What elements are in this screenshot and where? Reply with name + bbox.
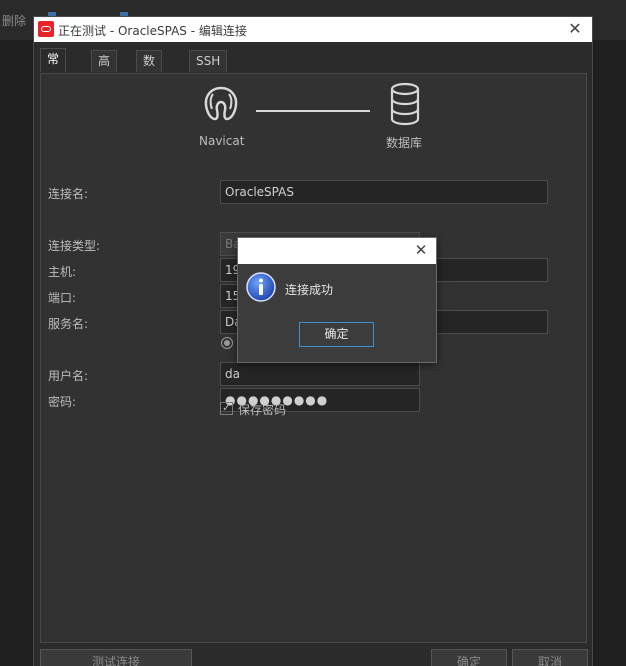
save-password-label: 保存密码 <box>238 403 287 417</box>
background-toolbar-text: 删除 <box>2 14 27 28</box>
database-caption: 数据库 <box>386 136 423 150</box>
tab-advanced[interactable]: 高级 <box>91 50 118 88</box>
test-connection-button[interactable]: 测试连接 <box>40 649 192 666</box>
tab-ssh[interactable]: SSH <box>189 50 228 72</box>
conn-name-input[interactable]: OracleSPAS <box>220 180 548 204</box>
dialog-titlebar: ✕ <box>238 238 436 264</box>
port-label: 端口: <box>48 291 77 305</box>
oracle-app-icon <box>38 21 54 37</box>
info-icon <box>246 272 276 302</box>
close-icon[interactable]: ✕ <box>566 20 584 38</box>
dialog-message: 连接成功 <box>285 283 334 297</box>
tab-database[interactable]: 数据库 <box>136 50 163 108</box>
connection-line <box>256 110 370 112</box>
password-label: 密码: <box>48 395 77 409</box>
service-name-radio[interactable] <box>221 337 233 349</box>
save-password-checkbox[interactable]: ✓ <box>220 402 233 415</box>
navicat-caption: Navicat <box>199 134 245 148</box>
window-title: 正在测试 - OracleSPAS - 编辑连接 <box>58 24 247 38</box>
tab-general[interactable]: 常规 <box>40 48 67 86</box>
connection-success-dialog: ✕ 连接成功 确定 <box>237 237 437 363</box>
close-icon[interactable]: ✕ <box>412 241 430 259</box>
username-label: 用户名: <box>48 369 89 383</box>
cancel-button[interactable]: 取消 <box>512 649 588 666</box>
ok-button[interactable]: 确定 <box>431 649 507 666</box>
connection-graphic: Navicat 数据库 <box>41 74 586 174</box>
conn-name-label: 连接名: <box>48 187 89 201</box>
conn-type-label: 连接类型: <box>48 239 101 253</box>
navicat-icon <box>204 86 238 121</box>
host-label: 主机: <box>48 265 77 279</box>
dialog-ok-button[interactable]: 确定 <box>299 322 374 347</box>
service-name-label: 服务名: <box>48 317 89 331</box>
username-input[interactable]: da <box>220 362 420 386</box>
database-icon <box>390 82 420 126</box>
window-titlebar: 正在测试 - OracleSPAS - 编辑连接 ✕ <box>34 17 592 42</box>
